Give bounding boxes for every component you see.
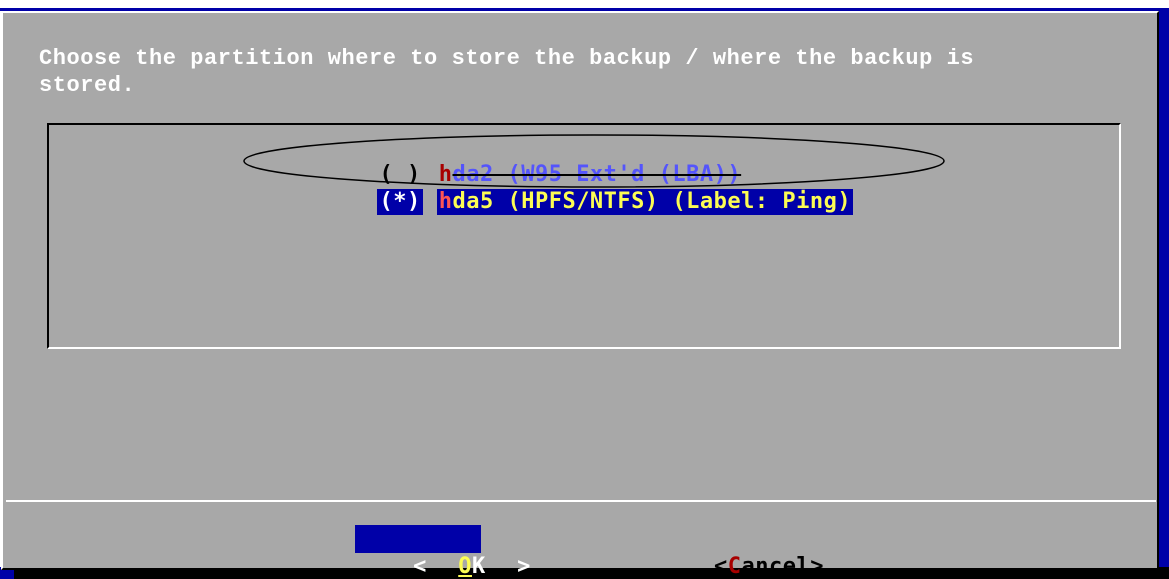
- item-text: da5 (HPFS/NTFS) (Label: Ping): [452, 189, 852, 214]
- list-item-label: hda5 (HPFS/NTFS) (Label: Ping): [436, 189, 854, 215]
- ok-button[interactable]: < OK >: [355, 525, 530, 579]
- screen-right-edge: [1158, 8, 1169, 579]
- ok-bracket-right: >: [517, 554, 531, 579]
- cancel-label-rest: ancel: [741, 554, 811, 579]
- cancel-bracket-right: >: [810, 554, 824, 579]
- button-separator: [6, 500, 1156, 502]
- list-item-hda5[interactable]: (*) hda5 (HPFS/NTFS) (Label: Ping): [295, 163, 854, 215]
- cancel-button[interactable]: <Cancel>: [659, 525, 824, 579]
- ok-bracket-left: <: [413, 554, 427, 579]
- ok-hotkey: O: [458, 554, 472, 579]
- partition-dialog: Choose the partition where to store the …: [1, 11, 1159, 579]
- ok-label: OK: [430, 553, 514, 579]
- item-hotkey: h: [438, 189, 453, 214]
- radio-button-hda5[interactable]: (*): [377, 189, 423, 215]
- ok-label-rest: K: [471, 554, 486, 579]
- dialog-prompt: Choose the partition where to store the …: [39, 46, 975, 98]
- list-item-hda2[interactable]: ( ) hda2 (W95 Ext'd (LBA)): [295, 136, 743, 187]
- partition-list[interactable]: ( ) hda2 (W95 Ext'd (LBA)) (*) hda5 (HPFS/…: [47, 123, 1121, 349]
- cancel-bracket-left: <: [713, 554, 728, 579]
- cancel-hotkey: C: [727, 554, 742, 579]
